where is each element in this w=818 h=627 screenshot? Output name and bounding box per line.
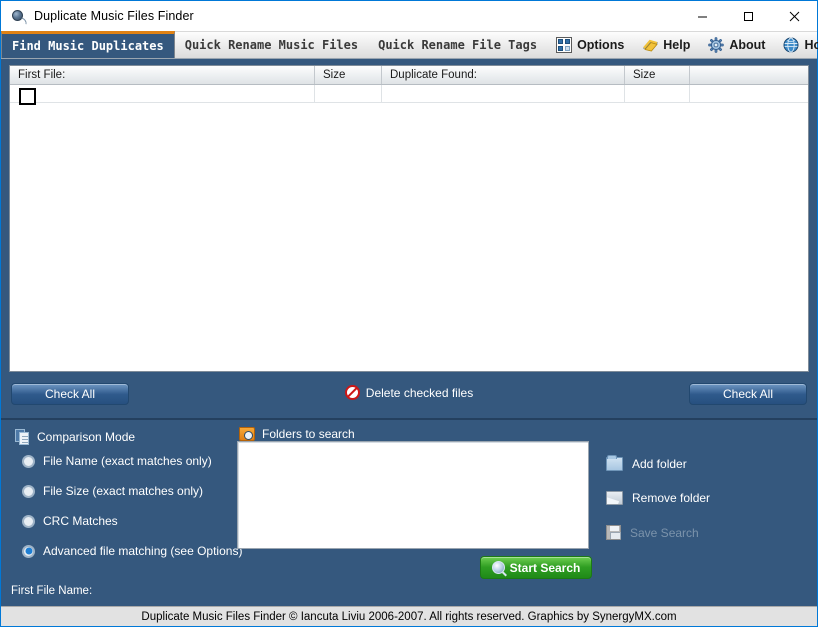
tab-label: Quick Rename File Tags (378, 38, 538, 52)
compare-documents-icon (15, 429, 30, 445)
remove-folder-button[interactable]: Remove folder (606, 491, 710, 505)
duplicates-results-list[interactable]: First File: Size Duplicate Found: Size (9, 65, 809, 372)
tab-label: Find Music Duplicates (12, 39, 164, 53)
cell-size-2 (625, 85, 690, 102)
tab-quick-rename-music-files[interactable]: Quick Rename Music Files (175, 32, 368, 58)
add-folder-label: Add folder (632, 457, 687, 471)
toolbar: Options Help About Ho (547, 32, 818, 58)
toolbar-homepage-button[interactable]: Homepage (774, 32, 818, 58)
title-bar: Duplicate Music Files Finder (1, 1, 817, 32)
radio-file-size[interactable]: File Size (exact matches only) (22, 484, 203, 498)
maximize-button[interactable] (725, 1, 771, 32)
table-row[interactable] (10, 85, 808, 103)
toolbar-label: Help (663, 38, 691, 52)
radio-label: CRC Matches (43, 514, 118, 528)
toolbar-label: Homepage (804, 38, 818, 52)
minimize-button[interactable] (679, 1, 725, 32)
folder-remove-icon (606, 491, 623, 505)
cell-duplicate-found (382, 85, 625, 102)
cell-size-1 (315, 85, 382, 102)
column-header-size-1[interactable]: Size (315, 66, 382, 84)
toolbar-label: Options (577, 38, 625, 52)
cell-filler (690, 85, 808, 102)
options-icon (556, 37, 573, 53)
comparison-mode-title: Comparison Mode (37, 430, 136, 444)
radio-icon-selected (22, 544, 35, 558)
toolbar-help-button[interactable]: Help (633, 32, 699, 58)
folder-search-icon (239, 427, 255, 441)
tab-label: Quick Rename Music Files (184, 38, 359, 52)
status-bar-text: Duplicate Music Files Finder © Iancuta L… (141, 610, 677, 623)
status-bar: Duplicate Music Files Finder © Iancuta L… (1, 606, 817, 626)
toolbar-options-button[interactable]: Options (547, 32, 633, 58)
tab-quick-rename-file-tags[interactable]: Quick Rename File Tags (368, 32, 547, 58)
start-search-label: Start Search (509, 560, 581, 575)
toolbar-label: About (729, 38, 766, 52)
toolbar-about-button[interactable]: About (699, 32, 774, 58)
help-book-icon (642, 37, 659, 53)
start-search-button[interactable]: Start Search (480, 556, 592, 579)
tab-strip: Find Music Duplicates Quick Rename Music… (1, 31, 818, 59)
column-header-duplicate-found[interactable]: Duplicate Found: (382, 66, 625, 84)
application-window: Duplicate Music Files Finder Find Music … (0, 0, 818, 627)
radio-label: File Size (exact matches only) (43, 484, 204, 498)
folder-add-icon (606, 455, 623, 471)
row-checkbox[interactable] (19, 88, 36, 105)
column-header-first-file[interactable]: First File: (10, 66, 315, 84)
tab-find-music-duplicates[interactable]: Find Music Duplicates (1, 31, 175, 58)
magnifier-icon (491, 561, 505, 574)
first-file-name-label: First File Name: (11, 585, 93, 597)
radio-label: Advanced file matching (see Options) (43, 544, 243, 558)
close-button[interactable] (771, 1, 817, 32)
window-title: Duplicate Music Files Finder (34, 9, 194, 23)
delete-checked-files-label: Delete checked files (365, 385, 474, 400)
radio-icon (22, 454, 35, 468)
radio-crc-matches[interactable]: CRC Matches (22, 514, 118, 528)
remove-folder-label: Remove folder (632, 491, 711, 505)
add-folder-button[interactable]: Add folder (606, 455, 687, 471)
prohibition-icon (344, 385, 360, 400)
speaker-icon (10, 8, 28, 25)
delete-checked-files-button[interactable]: Delete checked files (1, 385, 817, 400)
save-disk-icon (606, 525, 621, 540)
radio-label: File Name (exact matches only) (43, 454, 212, 468)
save-search-label: Save Search (630, 525, 699, 540)
column-header-filler (690, 66, 808, 84)
window-controls (679, 1, 817, 32)
column-header-size-2[interactable]: Size (625, 66, 690, 84)
radio-file-name[interactable]: File Name (exact matches only) (22, 454, 212, 468)
folders-to-search-title: Folders to search (262, 427, 355, 441)
cell-first-file (10, 85, 315, 102)
radio-advanced-file-matching[interactable]: Advanced file matching (see Options) (22, 544, 242, 558)
save-search-button: Save Search (606, 525, 699, 540)
folders-to-search-header: Folders to search (239, 427, 355, 441)
comparison-mode-header: Comparison Mode (15, 429, 135, 445)
gear-icon (708, 37, 725, 53)
folders-list-box[interactable] (237, 441, 589, 549)
results-table-header: First File: Size Duplicate Found: Size (10, 66, 808, 85)
radio-icon (22, 514, 35, 528)
radio-icon (22, 484, 35, 498)
globe-icon (783, 37, 799, 53)
